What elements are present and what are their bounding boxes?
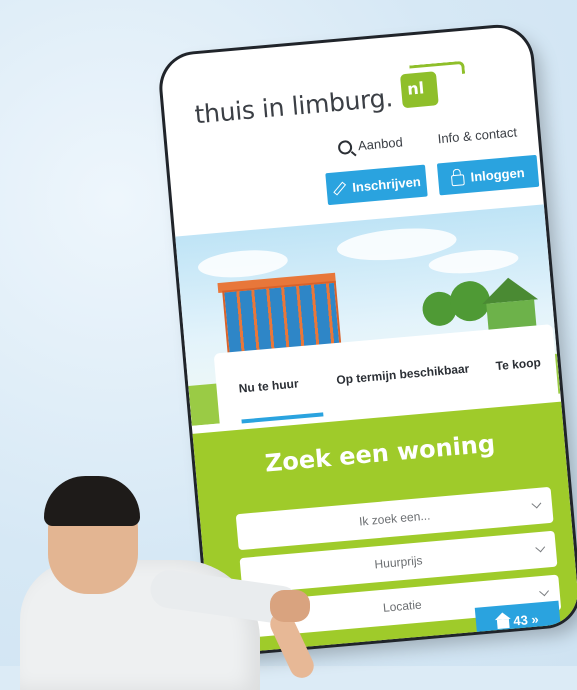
nav-info-label: Info & contact xyxy=(437,124,518,147)
person-hand xyxy=(270,590,310,622)
cloud xyxy=(196,246,289,281)
tab-te-koop[interactable]: Te koop xyxy=(495,355,541,373)
nav-info-contact[interactable]: Info & contact xyxy=(437,124,518,146)
register-button[interactable]: Inschrijven xyxy=(325,164,428,206)
results-count: 43 » xyxy=(512,610,540,629)
chevron-down-icon xyxy=(531,498,542,509)
chevron-down-icon xyxy=(535,542,546,553)
logo-badge: nl xyxy=(399,71,439,109)
tab-nu-te-huur[interactable]: Nu te huur xyxy=(238,376,299,395)
login-button[interactable]: Inloggen xyxy=(436,154,540,196)
search-icon xyxy=(337,139,353,155)
select-type-value: Ik zoek een... xyxy=(358,508,431,529)
logo-text: thuis in limburg. xyxy=(193,83,394,130)
cloud xyxy=(427,246,520,277)
logo-badge-text: nl xyxy=(406,78,425,99)
nav-aanbod-label: Aanbod xyxy=(357,134,404,154)
lock-icon xyxy=(451,173,466,186)
tab-op-termijn[interactable]: Op termijn beschikbaar xyxy=(336,361,470,387)
register-label: Inschrijven xyxy=(351,173,422,195)
active-tab-indicator xyxy=(241,412,324,424)
select-price-value: Huurprijs xyxy=(373,553,424,572)
chevron-down-icon xyxy=(539,586,549,597)
home-icon xyxy=(497,618,510,629)
person-hair xyxy=(44,476,140,526)
account-buttons: Inschrijven Inloggen xyxy=(325,154,542,208)
pencil-icon xyxy=(332,181,346,196)
person-photo xyxy=(0,470,330,690)
nav-aanbod[interactable]: Aanbod xyxy=(337,134,403,155)
login-label: Inloggen xyxy=(469,164,526,185)
select-location-value: Locatie xyxy=(382,597,423,615)
